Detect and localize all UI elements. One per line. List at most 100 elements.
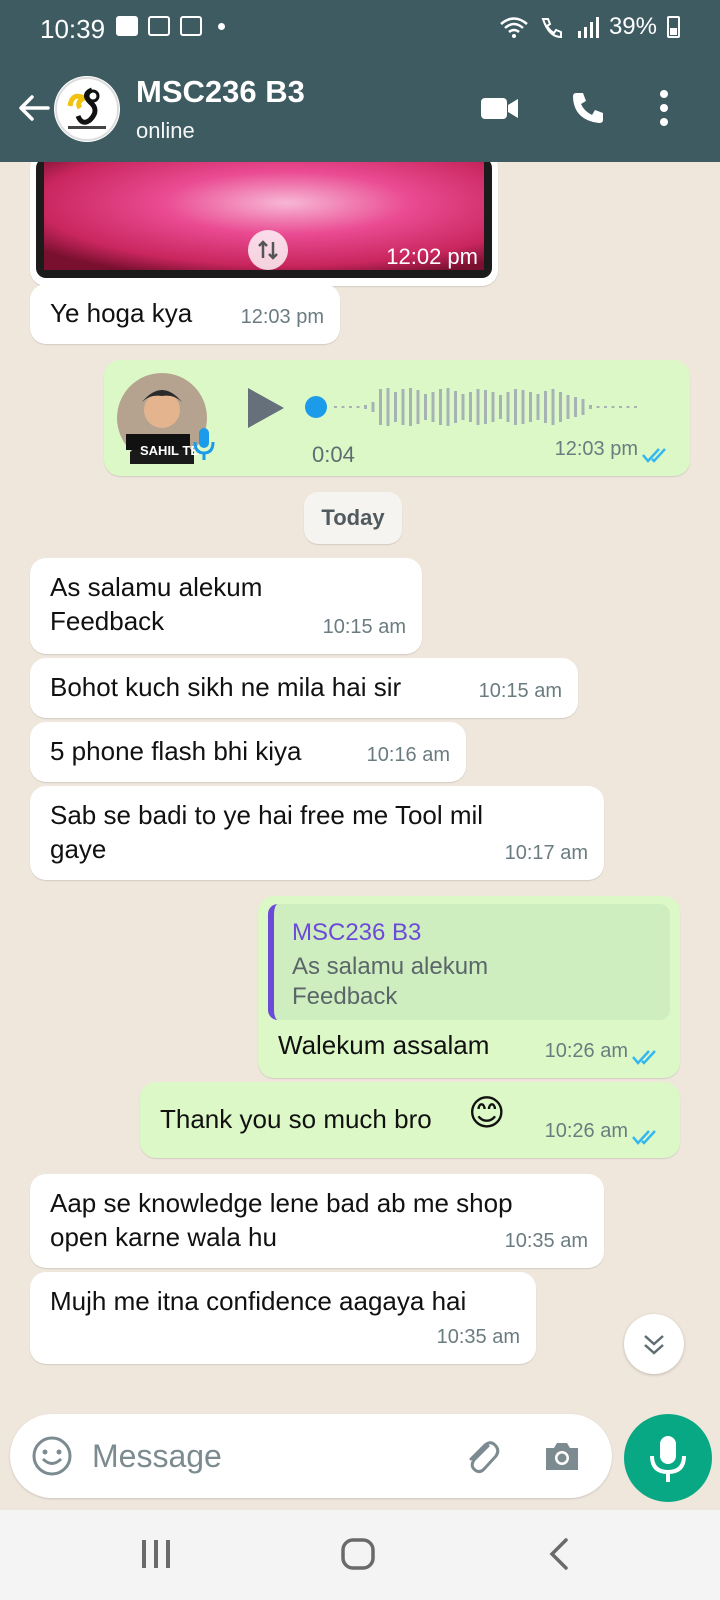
voice-message[interactable]: SAHIL TE 0:04 12:03 pm: [104, 360, 690, 476]
waveform-bar: [581, 399, 585, 415]
incoming-message[interactable]: Sab se badi to ye hai free me Tool mil g…: [30, 786, 604, 880]
waveform-bar: [454, 391, 457, 423]
waveform-bar: [626, 406, 630, 408]
outgoing-reply-message[interactable]: MSC236 B3 As salamu alekum Feedback Wale…: [258, 896, 680, 1078]
waveform-bar: [431, 392, 435, 422]
quoted-text: As salamu alekum Feedback: [292, 953, 489, 1010]
attachment-icon[interactable]: [460, 1434, 504, 1478]
waveform-bar: [394, 392, 397, 422]
system-navigation-bar: [0, 1510, 720, 1600]
waveform-bar: [424, 394, 427, 420]
outgoing-message[interactable]: Thank you so much bro 😊 10:26 am: [140, 1082, 680, 1158]
message-time: 12:03 pm: [240, 306, 324, 328]
waveform-bar: [559, 392, 562, 422]
message-composer[interactable]: Message: [10, 1414, 612, 1498]
video-call-icon[interactable]: [480, 92, 520, 124]
incoming-message[interactable]: Bohot kuch sikh ne mila hai sir 10:15 am: [30, 658, 578, 718]
battery-icon: [667, 16, 680, 38]
waveform-bar: [551, 389, 555, 425]
waveform-bar: [544, 391, 547, 423]
message-text: Mujh me itna confidence aagaya hai: [50, 1286, 467, 1316]
wifi-calling-icon: [541, 18, 562, 39]
signal-icon: [577, 17, 599, 38]
voice-record-button[interactable]: [624, 1414, 712, 1502]
swap-icon[interactable]: [248, 230, 288, 270]
app-notification-icon: [180, 16, 202, 36]
waveform-bar: [491, 392, 495, 422]
waveform-bar: [379, 389, 382, 425]
emoji-icon[interactable]: [30, 1434, 74, 1478]
waveform-bar: [499, 395, 502, 419]
waveform-bar: [514, 389, 517, 425]
message-time: 10:35 am: [504, 1230, 588, 1252]
back-nav-icon[interactable]: [540, 1534, 580, 1574]
message-time: 12:03 pm: [554, 438, 638, 460]
incoming-message[interactable]: Ye hoga kya 12:03 pm: [30, 284, 340, 344]
quoted-message[interactable]: MSC236 B3 As salamu alekum Feedback: [268, 904, 670, 1020]
microphone-icon: [650, 1436, 686, 1482]
back-arrow-icon[interactable]: [14, 88, 54, 128]
waveform-bar: [401, 389, 405, 425]
waveform-bar: [574, 397, 577, 417]
waveform-bar: [506, 392, 510, 422]
read-ticks-icon: [632, 1050, 656, 1065]
waveform-bar: [566, 395, 570, 419]
voice-call-icon[interactable]: [570, 90, 606, 126]
voice-waveform[interactable]: [300, 382, 650, 432]
message-text: Walekum assalam: [278, 1030, 490, 1060]
more-notifications-icon: [218, 22, 225, 30]
message-list[interactable]: 12:02 pm Ye hoga kya 12:03 pm SAHIL TE 0…: [0, 162, 720, 1410]
waveform-bar: [634, 406, 637, 408]
message-text: Ye hoga kya: [50, 298, 193, 328]
message-time: 10:15 am: [322, 616, 406, 638]
incoming-message[interactable]: As salamu alekum Feedback 10:15 am: [30, 558, 422, 654]
waveform-bar: [349, 406, 352, 408]
scroll-to-bottom-button[interactable]: [624, 1314, 684, 1374]
waveform-bar: [356, 406, 360, 408]
waveform-bar: [409, 388, 412, 426]
message-time: 10:26 am: [544, 1120, 628, 1142]
recent-apps-icon[interactable]: [136, 1534, 176, 1574]
message-text: Bohot kuch sikh ne mila hai sir: [50, 672, 402, 702]
chat-title[interactable]: MSC236 B3: [136, 74, 305, 110]
waveform-bar: [334, 406, 337, 408]
read-ticks-icon: [632, 1130, 656, 1145]
incoming-message[interactable]: 5 phone flash bhi kiya 10:16 am: [30, 722, 466, 782]
gallery-icon: [148, 16, 170, 36]
incoming-message[interactable]: Aap se knowledge lene bad ab me shop ope…: [30, 1174, 604, 1268]
waveform-bar: [596, 406, 600, 408]
message-input[interactable]: Message: [92, 1438, 222, 1475]
waveform-bar: [476, 389, 480, 425]
waveform-bar: [529, 392, 532, 422]
waveform-bar: [446, 388, 450, 426]
chat-header: MSC236 B3 online: [0, 58, 720, 162]
more-options-icon[interactable]: [656, 88, 672, 128]
play-icon[interactable]: [244, 386, 286, 430]
waveform-bar: [611, 406, 615, 408]
image-timestamp: 12:02 pm: [386, 244, 478, 269]
waveform-bar: [536, 394, 540, 420]
waveform-bar: [604, 406, 607, 408]
wifi-icon: [500, 17, 528, 38]
voice-duration: 0:04: [312, 442, 355, 467]
waveform-bar: [484, 390, 487, 424]
waveform-bar: [364, 405, 367, 409]
message-text: Aap se knowledge lene bad ab me shop ope…: [50, 1188, 513, 1252]
home-icon[interactable]: [338, 1534, 378, 1574]
image-message[interactable]: 12:02 pm: [30, 162, 498, 286]
message-time: 10:15 am: [478, 680, 562, 702]
message-time: 10:26 am: [544, 1040, 628, 1062]
message-text: As salamu alekum Feedback: [50, 572, 263, 636]
contact-avatar[interactable]: [54, 76, 120, 142]
waveform-bar: [589, 405, 592, 409]
status-bar: 10:39 39%: [0, 0, 720, 58]
playback-position-dot[interactable]: [305, 396, 327, 418]
waveform-bar: [619, 406, 622, 408]
incoming-message[interactable]: Mujh me itna confidence aagaya hai 10:35…: [30, 1272, 536, 1364]
camera-icon[interactable]: [540, 1434, 584, 1478]
message-time: 10:17 am: [504, 842, 588, 864]
date-divider: Today: [304, 492, 402, 544]
waveform-bar: [439, 389, 442, 425]
message-text: 5 phone flash bhi kiya: [50, 736, 302, 766]
message-time: 10:35 am: [436, 1326, 520, 1348]
